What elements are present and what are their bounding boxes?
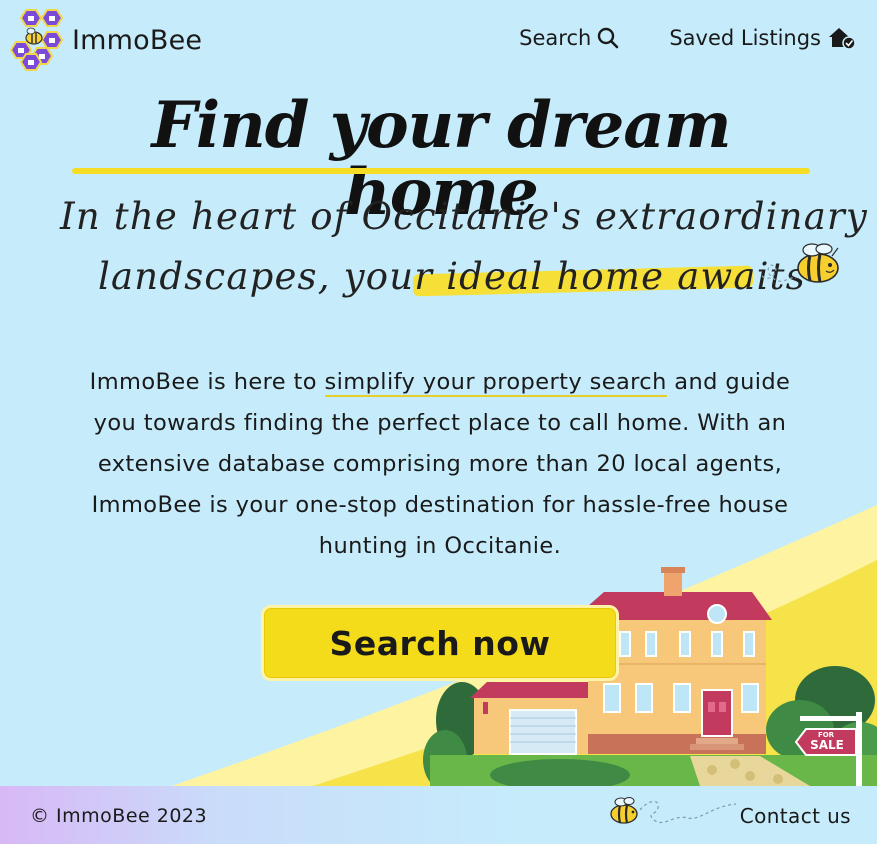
nav-search-link[interactable]: Search: [519, 26, 619, 50]
site-header: ImmoBee Search Saved Listings: [0, 0, 877, 84]
title-underline: [72, 168, 810, 174]
bee-icon: [761, 243, 839, 283]
sale-sign-main: SALE: [810, 738, 844, 752]
nav-saved-listings-link[interactable]: Saved Listings: [669, 26, 857, 50]
site-footer: © ImmoBee 2023 Contact us: [0, 786, 877, 844]
intro-text-part1: ImmoBee is here to: [89, 369, 325, 395]
contact-us-link[interactable]: Contact us: [740, 804, 851, 828]
simplify-search-link[interactable]: simplify your property search: [324, 369, 667, 397]
intro-paragraph: ImmoBee is here to simplify your propert…: [70, 362, 810, 567]
nav-search-label: Search: [519, 26, 592, 50]
bee-footer-icon: [610, 797, 737, 824]
search-now-button[interactable]: Search now: [261, 605, 619, 681]
hero-subtitle-highlight-text: ideal home awaits: [446, 255, 806, 298]
saved-home-icon: [829, 28, 856, 50]
nav-saved-listings-label: Saved Listings: [669, 26, 821, 50]
hero-subtitle-line2-start: landscapes, your: [98, 255, 447, 298]
copyright-text: © ImmoBee 2023: [30, 805, 208, 827]
logo[interactable]: ImmoBee: [6, 8, 202, 72]
main-nav: Search Saved Listings: [469, 26, 857, 50]
hero-subtitle-line1: In the heart of Occitanie's extraordinar…: [60, 195, 868, 238]
search-icon: [598, 27, 619, 49]
intro-text-part2: and guide you towards finding the perfec…: [91, 369, 791, 559]
logo-text: ImmoBee: [72, 24, 203, 56]
honeycomb-logo-icon: [9, 9, 64, 71]
hero-subtitle-line2: landscapes, your ideal home awaits: [98, 255, 806, 298]
